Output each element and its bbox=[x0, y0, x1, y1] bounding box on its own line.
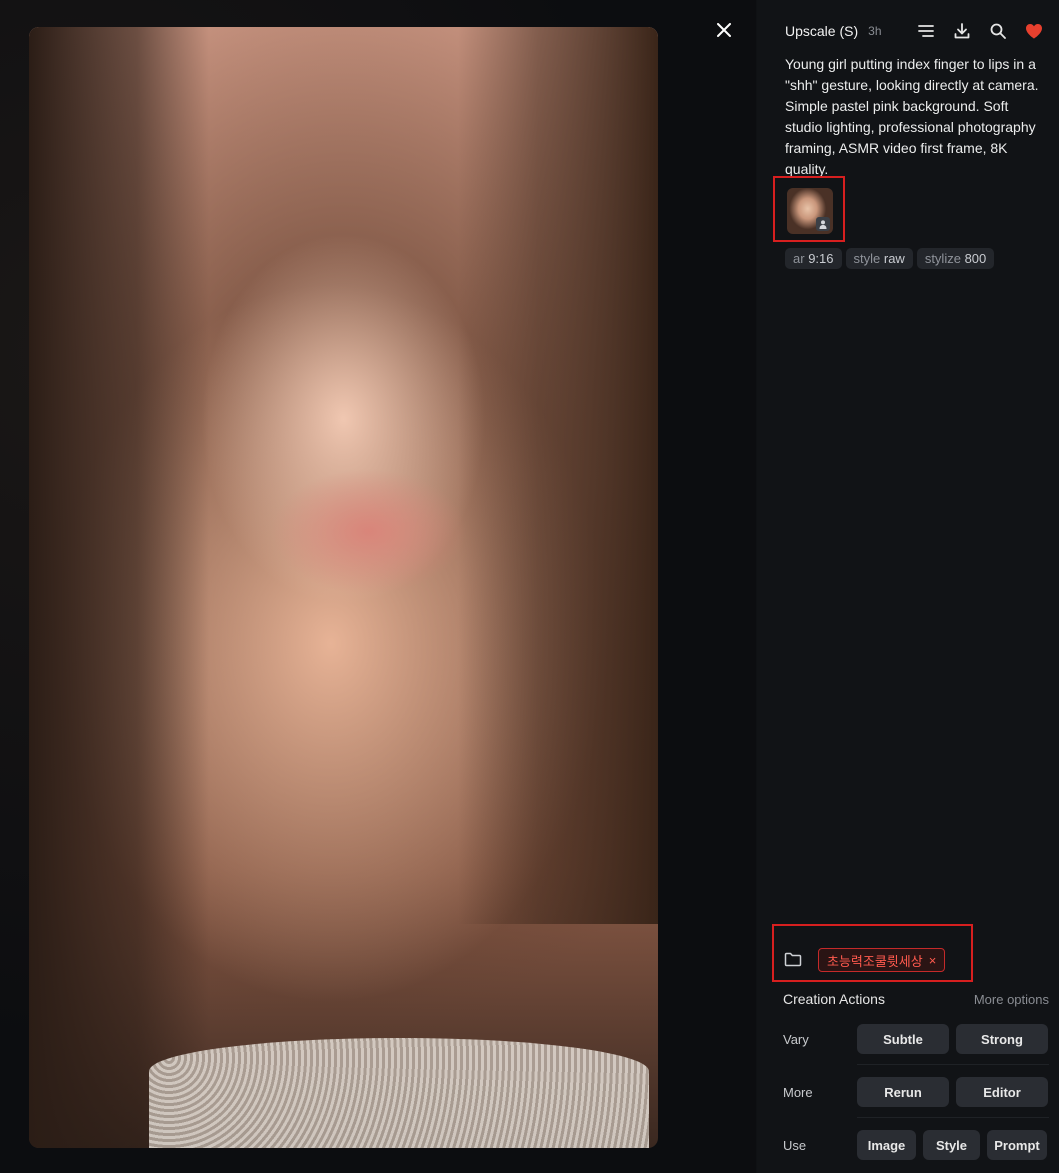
use-label: Use bbox=[783, 1137, 807, 1153]
more-options-link[interactable]: More options bbox=[974, 992, 1049, 1007]
param-tag[interactable]: stylize 800 bbox=[916, 248, 995, 269]
reference-image-highlight bbox=[773, 176, 845, 242]
creation-actions-title: Creation Actions bbox=[783, 991, 885, 1007]
job-type-title: Upscale (S) bbox=[785, 23, 859, 39]
search-icon bbox=[990, 23, 1006, 39]
person-badge bbox=[816, 217, 830, 231]
vary-strong-button[interactable]: Strong bbox=[956, 1024, 1048, 1054]
param-tag[interactable]: ar 9:16 bbox=[785, 248, 842, 269]
image-viewer bbox=[0, 0, 756, 1173]
rerun-button[interactable]: Rerun bbox=[857, 1077, 949, 1107]
prompt-text[interactable]: Young girl putting index finger to lips … bbox=[785, 54, 1047, 180]
panel-header: Upscale (S) 3h bbox=[785, 20, 1059, 42]
parameter-tags: ar 9:16 style raw stylize 800 bbox=[785, 248, 995, 269]
use-prompt-button[interactable]: Prompt bbox=[987, 1130, 1047, 1160]
folder-icon bbox=[784, 952, 802, 967]
use-style-button[interactable]: Style bbox=[923, 1130, 980, 1160]
more-row: More Rerun Editor bbox=[783, 1075, 1049, 1109]
editor-button[interactable]: Editor bbox=[956, 1077, 1048, 1107]
job-time: 3h bbox=[868, 24, 882, 38]
use-row: Use Image Style Prompt bbox=[783, 1128, 1049, 1162]
folder-name: 초능력조쿨륏세상 bbox=[827, 953, 923, 969]
more-label: More bbox=[783, 1084, 813, 1100]
close-icon bbox=[717, 23, 731, 37]
folder-highlight: 초능력조쿨륏세상 × bbox=[772, 924, 973, 982]
download-button[interactable] bbox=[951, 20, 973, 42]
creation-actions-header: Creation Actions More options bbox=[783, 989, 1049, 1009]
person-icon bbox=[819, 219, 827, 229]
vary-label: Vary bbox=[783, 1031, 809, 1047]
param-tag[interactable]: style raw bbox=[845, 248, 913, 269]
options-icon bbox=[918, 25, 934, 37]
options-button[interactable] bbox=[915, 20, 937, 42]
vary-subtle-button[interactable]: Subtle bbox=[857, 1024, 949, 1054]
folder-button[interactable] bbox=[784, 952, 802, 972]
folder-chip[interactable]: 초능력조쿨륏세상 × bbox=[818, 948, 946, 972]
use-image-button[interactable]: Image bbox=[857, 1130, 916, 1160]
download-icon bbox=[954, 23, 970, 39]
remove-folder-button[interactable]: × bbox=[929, 953, 937, 968]
details-panel: Upscale (S) 3h Young girl putting index … bbox=[757, 0, 1059, 1173]
heart-icon bbox=[1026, 24, 1042, 39]
like-button[interactable] bbox=[1023, 20, 1045, 42]
generated-image[interactable] bbox=[29, 27, 658, 1148]
search-button[interactable] bbox=[987, 20, 1009, 42]
reference-image-thumbnail[interactable] bbox=[787, 188, 833, 234]
close-button[interactable] bbox=[712, 18, 736, 42]
vary-row: Vary Subtle Strong bbox=[783, 1022, 1049, 1056]
